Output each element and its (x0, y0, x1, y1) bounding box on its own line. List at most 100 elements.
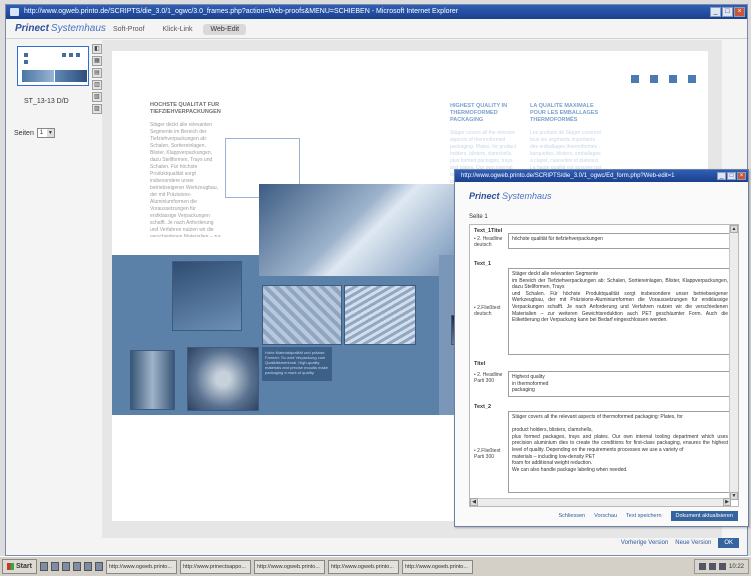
thumb-square (76, 53, 80, 57)
popup-logo-sub: Systemhaus (502, 191, 552, 201)
decor-square (669, 75, 677, 83)
close-button[interactable]: × (734, 7, 745, 17)
popup-maximize-button[interactable]: □ (727, 172, 736, 180)
col-heading-en: HIGHEST QUALITY IN THERMOFORMED PACKAGIN… (450, 103, 508, 123)
thumb-square (62, 53, 66, 57)
field-group-body-de: Text_1 • 2.Fließtext deutsch Stäger deck… (474, 261, 732, 357)
quicklaunch-app-icon[interactable] (94, 562, 103, 571)
tool-strip: ◧ ▦ ▤ ▥ ▧ ▨ (92, 44, 102, 118)
window-titlebar[interactable]: http://www.ogweb.printo.de/SCRIPTS/die_3… (6, 5, 747, 19)
security-icon[interactable] (718, 563, 726, 570)
thumb-photo-right (55, 70, 87, 82)
quicklaunch-folder-icon[interactable] (72, 562, 81, 571)
popup-minimize-button[interactable]: _ (717, 172, 726, 180)
tool-fit-icon[interactable]: ◧ (92, 44, 102, 54)
quicklaunch-app-icon[interactable] (83, 562, 92, 571)
thumb-square (24, 53, 28, 57)
chevron-down-icon: ▼ (46, 129, 54, 137)
popup-title: http://www.ogweb.printo.de/SCRIPTS/die_3… (461, 173, 675, 179)
seite-label: Seite 1 (469, 214, 488, 220)
scroll-left-icon[interactable]: ◀ (470, 498, 478, 506)
system-tray: 10:22 (693, 559, 749, 574)
tab-klick-link[interactable]: Klick-Link (156, 24, 200, 35)
logo-main: Prinect (15, 23, 49, 34)
horizontal-scrollbar[interactable]: ◀ ▶ (470, 498, 731, 506)
thumb-square (69, 53, 73, 57)
tool-grid-icon[interactable]: ▦ (92, 56, 102, 66)
text-column-de[interactable]: HÖCHSTE QUALITÄT FÜR TIEFZIEHVERPACKUNGE… (150, 102, 222, 237)
product-photo (172, 261, 242, 331)
network-icon[interactable] (698, 563, 706, 570)
task-button[interactable]: http://www.ogweb.printo... (105, 559, 177, 574)
main-bottom-bar: Vorherige Version Neue Version OK (102, 537, 747, 551)
ok-button[interactable]: OK (718, 538, 739, 548)
field-title: Text_2 (474, 404, 492, 410)
decor-squares (631, 75, 696, 83)
caption-box: Hohe Materialqualität und präzise Formen… (262, 347, 332, 381)
ie-icon (10, 8, 19, 16)
tool-columns-icon[interactable]: ▥ (92, 80, 102, 90)
popup-close-button[interactable]: × (737, 172, 746, 180)
page-thumbnail[interactable] (17, 46, 89, 86)
tab-soft-proof[interactable]: Soft-Proof (106, 24, 152, 35)
windows-logo-icon (7, 563, 14, 570)
seiten-label: Seiten (14, 129, 34, 137)
tool-image-icon[interactable]: ▧ (92, 92, 102, 102)
volume-icon[interactable] (708, 563, 716, 570)
decor-square (688, 75, 696, 83)
tool-text-icon[interactable]: ▤ (92, 68, 102, 78)
scroll-up-icon[interactable]: ▲ (730, 225, 738, 233)
quicklaunch-browser-icon[interactable] (50, 562, 59, 571)
page-label: ST_13-13 D/D (24, 98, 69, 105)
tab-web-edit[interactable]: Web-Edit (203, 24, 247, 35)
popup-actions: Schliessen Vorschau Text speichern Dokum… (559, 511, 738, 521)
maximize-button[interactable]: □ (722, 7, 733, 17)
field-side-label: • 2. Headline deutsch (474, 236, 503, 248)
preview-link[interactable]: Vorschau (594, 513, 617, 519)
quicklaunch-mail-icon[interactable] (61, 562, 70, 571)
update-document-button[interactable]: Dokument aktualisieren (670, 511, 738, 521)
save-text-link[interactable]: Text speichern (626, 513, 661, 519)
body-de-textarea[interactable]: Stäger deckt alle relevanten Segmente im… (508, 268, 732, 355)
popup-titlebar[interactable]: http://www.ogweb.printo.de/SCRIPTS/die_3… (455, 170, 748, 182)
new-version-link[interactable]: Neue Version (675, 540, 711, 546)
vertical-scrollbar[interactable]: ▲ ▼ (729, 225, 738, 500)
headline-en-textarea[interactable]: Highest quality in thermoformed packagin… (508, 371, 732, 397)
task-button[interactable]: http://www.ogweb.printo... (253, 559, 325, 574)
product-photo (344, 285, 416, 345)
popup-footer: Schliessen Vorschau Text speichern Dokum… (455, 509, 748, 523)
popup-window-controls: _ □ × (717, 172, 746, 180)
thumb-square (24, 60, 28, 64)
decor-square (631, 75, 639, 83)
scroll-down-icon[interactable]: ▼ (730, 492, 738, 500)
minimize-button[interactable]: _ (710, 7, 721, 17)
quicklaunch-desktop-icon[interactable] (39, 562, 48, 571)
field-title: Titel (474, 361, 486, 367)
task-button[interactable]: http://www.ogweb.printo... (401, 559, 473, 574)
task-button[interactable]: http://www.prinectsappo... (179, 559, 251, 574)
field-group-headline-de: Text_1Titel • 2. Headline deutsch höchst… (474, 228, 732, 256)
edit-popup-window: http://www.ogweb.printo.de/SCRIPTS/die_3… (454, 169, 749, 527)
tool-layer-icon[interactable]: ▨ (92, 104, 102, 114)
hero-photo (259, 184, 459, 276)
clock: 10:22 (728, 563, 744, 570)
page-select[interactable]: 1 ▼ (36, 128, 55, 138)
field-side-label: • 2.Fließtext Parti 300 (474, 448, 501, 460)
edit-form-panel: Text_1 Titel • 2. Headline deutsch höchst… (469, 224, 739, 507)
previous-version-link[interactable]: Vorherige Version (621, 540, 668, 546)
headline-de-textarea[interactable]: höchste qualität für tiefziehverpackunge… (508, 233, 732, 249)
scroll-right-icon[interactable]: ▶ (723, 498, 731, 506)
window-title: http://www.ogweb.printo.de/SCRIPTS/die_3… (24, 8, 459, 15)
field-group-headline-en: Titel • 2. Headline Parti 300 Highest qu… (474, 361, 732, 399)
close-link[interactable]: Schliessen (559, 513, 586, 519)
start-button[interactable]: Start (2, 559, 37, 574)
body-en-textarea[interactable]: Stäger covers all the relevant aspects o… (508, 411, 732, 493)
prinect-logo: Prinect Systemhaus (15, 23, 106, 34)
col-heading-fr: LA QUALITÉ MAXIMALE POUR LES EMBALLAGES … (530, 103, 599, 123)
field-title: Text_1 (474, 261, 492, 267)
window-controls: _ □ × (710, 7, 745, 17)
task-button[interactable]: http://www.ogweb.printo... (327, 559, 399, 574)
col-text-de: Stäger deckt alle relevanten Segmente im… (150, 122, 221, 237)
thumb-photo-left (22, 70, 54, 82)
taskbar: Start http://www.ogweb.printo... http://… (0, 556, 751, 576)
